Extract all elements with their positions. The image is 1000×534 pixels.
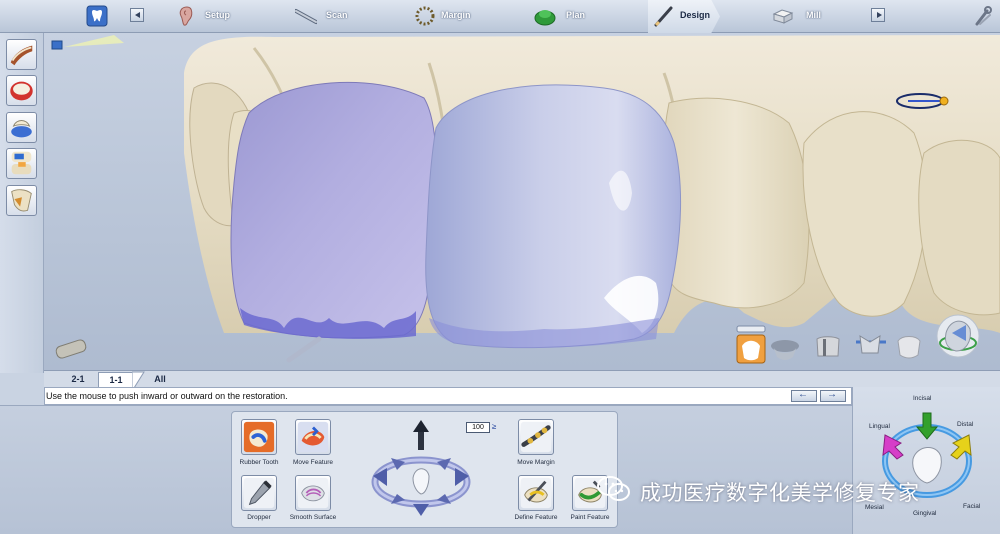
arrow-down-icon[interactable] — [413, 504, 429, 516]
occlusion-view-icon[interactable] — [6, 148, 37, 179]
direction-ring-control[interactable] — [365, 420, 477, 526]
step-label-plan[interactable]: Plan — [566, 10, 585, 20]
incisal-label: Incisal — [913, 395, 932, 402]
scan-body-icon[interactable] — [55, 339, 87, 360]
tab-all[interactable]: All — [140, 372, 180, 387]
contact-view-icon[interactable] — [6, 185, 37, 216]
cerec-design-window: Setup Scan Margin Plan Design Mill 2-1 1… — [0, 0, 1000, 534]
watermark: 成功医疗数字化美学修复专家 — [596, 473, 976, 507]
crown-shell-view-icon[interactable] — [771, 340, 799, 360]
tooth-tabs-bar: 2-1 1-1 All — [44, 370, 1000, 388]
step-label-design[interactable]: Design — [680, 10, 710, 20]
strength-unit-label: ≥ — [492, 422, 497, 431]
section-plane-knob[interactable] — [939, 96, 949, 106]
step-label-scan[interactable]: Scan — [326, 10, 348, 20]
smooth-surface-label: Smooth Surface — [289, 514, 337, 521]
rubber-tooth-tool-button[interactable] — [241, 419, 277, 455]
step-label-setup[interactable]: Setup — [205, 10, 230, 20]
arch-view-icon[interactable] — [6, 75, 37, 106]
gingival-label: Gingival — [913, 510, 937, 517]
move-margin-tool-button[interactable] — [518, 419, 554, 455]
orientation-panel: Incisal Lingual Distal Mesial Gingival F… — [852, 387, 1000, 534]
previous-step-button[interactable] — [130, 8, 144, 22]
undo-arrow-icon: ← — [798, 389, 808, 400]
mill-block-icon[interactable] — [772, 5, 794, 27]
move-feature-tool-button[interactable] — [295, 419, 331, 455]
bite-view-icon[interactable] — [6, 112, 37, 143]
dropper-tool-button[interactable] — [241, 475, 277, 511]
model-view-icon[interactable] — [6, 39, 37, 70]
3d-viewport[interactable] — [44, 33, 1000, 370]
define-feature-tool-button[interactable] — [518, 475, 554, 511]
plan-gum-icon[interactable] — [534, 5, 556, 27]
status-bar: Use the mouse to push inward or outward … — [44, 387, 852, 405]
step-label-margin[interactable]: Margin — [441, 10, 471, 20]
design-pencil-icon[interactable] — [653, 5, 675, 27]
dental-model-render[interactable] — [44, 33, 1000, 370]
scan-wand-icon[interactable] — [295, 5, 317, 27]
move-margin-label: Move Margin — [517, 459, 555, 466]
tools-icon[interactable] — [972, 5, 994, 27]
redo-button[interactable]: → — [820, 389, 846, 402]
view-mode-slider[interactable] — [736, 325, 766, 333]
watermark-text: 成功医疗数字化美学修复专家 — [640, 482, 920, 505]
tooth-pair-view-icon[interactable] — [816, 336, 840, 357]
margin-ring-icon[interactable] — [414, 5, 436, 27]
workflow-bar: Setup Scan Margin Plan Design Mill — [0, 0, 1000, 33]
wechat-icon — [597, 476, 630, 501]
smooth-surface-tool-button[interactable] — [295, 475, 331, 511]
occlusal-plane-view-icon[interactable] — [856, 335, 886, 354]
tooth-home-icon[interactable] — [86, 5, 108, 27]
single-tooth-view-icon[interactable] — [897, 336, 921, 359]
step-label-mill[interactable]: Mill — [806, 10, 821, 20]
view-tools-column — [0, 33, 44, 373]
redo-arrow-icon: → — [827, 389, 837, 400]
status-message: Use the mouse to push inward or outward … — [46, 391, 288, 401]
arrow-up-icon[interactable] — [413, 420, 429, 432]
view-state-icon — [51, 40, 63, 50]
rotate-3d-icon[interactable] — [936, 314, 980, 358]
tab-2-1[interactable]: 2-1 — [58, 372, 98, 387]
move-feature-label: Move Feature — [292, 459, 334, 466]
paint-feature-label: Paint Feature — [570, 514, 610, 521]
tab-1-1[interactable]: 1-1 — [98, 372, 134, 387]
restoration-view-icon[interactable] — [736, 334, 766, 364]
ear-icon[interactable] — [175, 5, 197, 27]
next-step-button[interactable] — [871, 8, 885, 22]
undo-button[interactable]: ← — [791, 389, 817, 402]
